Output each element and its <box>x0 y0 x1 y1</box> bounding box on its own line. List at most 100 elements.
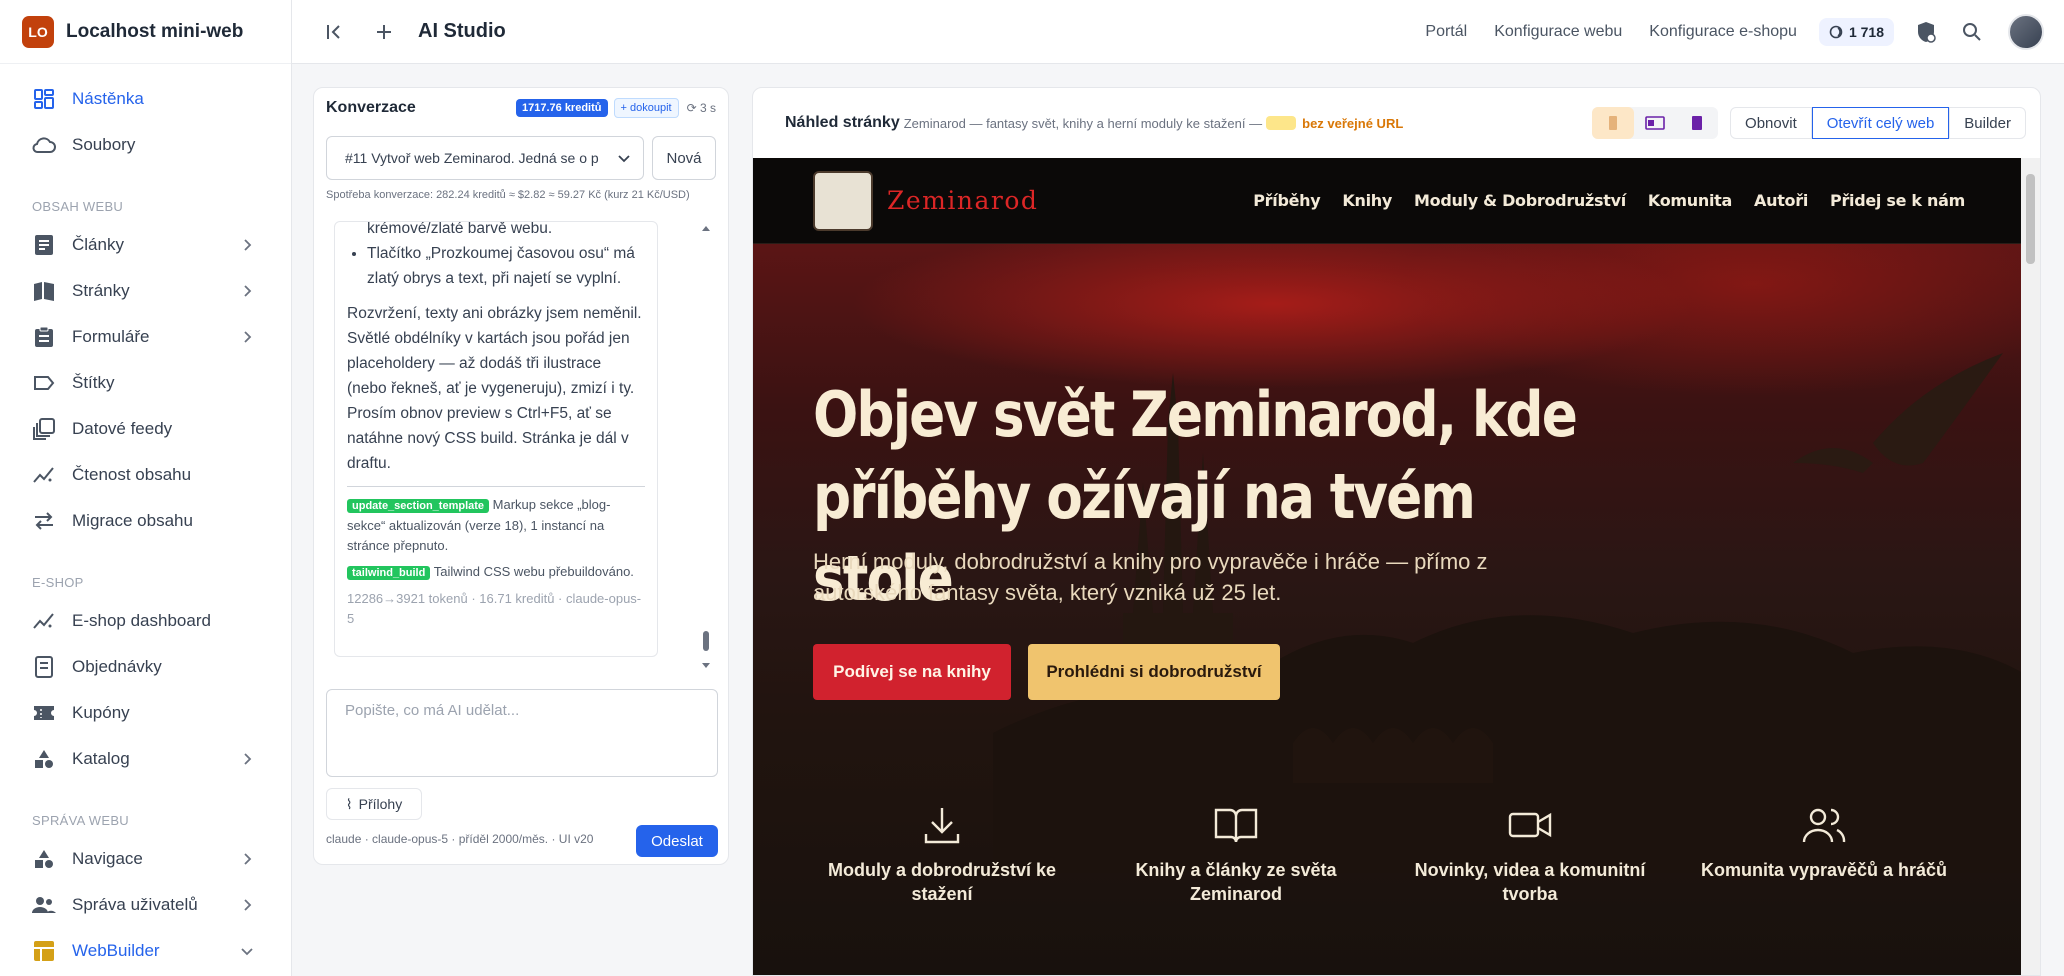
brand-logo: LO <box>22 15 54 48</box>
search-icon <box>1963 22 1981 41</box>
sidebar-item-orders[interactable]: Objednávky <box>0 644 291 690</box>
timer-value: 3 s <box>699 101 716 115</box>
form-icon <box>32 325 56 349</box>
conversation-select-row: #11 Vytvoř web Zeminarod. Jedná se o p N… <box>314 136 728 180</box>
topup-button[interactable]: + dokoupit <box>613 98 679 118</box>
conversation-usage: Spotřeba konverzace: 282.24 kreditů ≈ $2… <box>326 189 690 201</box>
sidebar-item-label: Formuláře <box>72 327 150 346</box>
site-preview[interactable]: Zeminarod Příběhy Knihy Moduly & Dobrodr… <box>753 158 2023 975</box>
site-name[interactable]: Zeminarod <box>887 186 1038 215</box>
web-config-link[interactable]: Konfigurace webu <box>1494 23 1622 41</box>
sidebar-item-label: Nástěnka <box>72 89 144 108</box>
books-button[interactable]: Podívej se na knihy <box>813 644 1011 700</box>
scrollbar-thumb[interactable] <box>2026 174 2035 264</box>
sidebar-item-webbuilder[interactable]: WebBuilder <box>0 928 291 974</box>
credit-badge: 1717.76 kreditů <box>516 99 608 117</box>
portal-link[interactable]: Portál <box>1425 23 1467 41</box>
message-scrollbar[interactable] <box>700 221 712 673</box>
device-switcher <box>1592 107 1719 139</box>
timer: ⟳ 3 s <box>687 101 716 115</box>
message-bullet: krémové/zlaté barvě webu. <box>367 221 553 237</box>
chevron-right-icon <box>244 853 252 865</box>
eshop-config-link[interactable]: Konfigurace e-shopu <box>1649 23 1797 41</box>
orders-icon <box>32 655 56 679</box>
desktop-icon <box>1692 116 1703 130</box>
feed-icon <box>32 417 56 441</box>
sidebar-item-coupons[interactable]: Kupóny <box>0 690 291 736</box>
conversation-select-value: #11 Vytvoř web Zeminarod. Jedná se o p <box>345 150 599 166</box>
site-menu-item[interactable]: Komunita <box>1648 191 1732 210</box>
sidebar-item-label: E-shop dashboard <box>72 611 211 630</box>
community-icon <box>1802 808 1846 843</box>
attach-button[interactable]: ⌇ Přílohy <box>326 788 422 820</box>
sidebar-item-pages[interactable]: Stránky <box>0 268 291 314</box>
feature-label: Komunita vypravěčů a hráčů <box>1700 860 1948 880</box>
open-full-web-button[interactable]: Otevřít celý web <box>1811 107 1950 139</box>
sidebar-item-feeds[interactable]: Datové feedy <box>0 406 291 452</box>
sidebar-item-label: Katalog <box>72 749 130 768</box>
site-navbar: Zeminarod Příběhy Knihy Moduly & Dobrodr… <box>753 158 2023 244</box>
conversation-select[interactable]: #11 Vytvoř web Zeminarod. Jedná se o p <box>326 136 644 180</box>
site-menu-item[interactable]: Knihy <box>1342 191 1392 210</box>
message-area[interactable]: krémové/zlaté barvě webu. Tlačítko „Proz… <box>326 221 718 673</box>
video-icon <box>1508 812 1552 838</box>
refresh-button[interactable]: Obnovit <box>1730 107 1812 139</box>
chevron-right-icon <box>244 331 252 343</box>
site-logo[interactable] <box>813 170 873 231</box>
sidebar-item-label: Stránky <box>72 281 130 300</box>
sidebar-item-readership[interactable]: Čtenost obsahu <box>0 452 291 498</box>
feature-community[interactable]: Komunita vypravěčů a hráčů <box>1689 804 1959 882</box>
sidebar-item-dashboard[interactable]: Nástěnka <box>0 76 291 122</box>
conversation-title: Konverzace <box>326 99 416 116</box>
token-usage: 12286→3921 tokenů · 16.71 kreditů · clau… <box>347 591 642 626</box>
download-icon <box>924 808 960 844</box>
feature-books[interactable]: Knihy a články ze světa Zeminarod <box>1101 804 1371 906</box>
new-conversation-button[interactable]: Nová <box>652 136 716 180</box>
site-menu-item[interactable]: Přidej se k nám <box>1830 191 1965 210</box>
prompt-input[interactable]: Popište, co má AI udělat... <box>326 689 718 777</box>
sidebar-item-label: Migrace obsahu <box>72 511 193 530</box>
site-menu-item[interactable]: Příběhy <box>1253 191 1320 210</box>
analytics-icon <box>32 463 56 487</box>
desktop-view-button[interactable] <box>1676 107 1718 139</box>
draft-badge: draft <box>1266 116 1297 130</box>
credit-value: 1 718 <box>1848 23 1884 40</box>
credit-balance[interactable]: 1 718 <box>1818 17 1894 46</box>
notifications-button[interactable] <box>1912 18 1940 46</box>
sidebar-item-navigation[interactable]: Navigace <box>0 836 291 882</box>
sidebar-item-catalog[interactable]: Katalog <box>0 736 291 782</box>
feature-label: Novinky, videa a komunitní tvorba <box>1414 860 1646 904</box>
brand[interactable]: LO Localhost mini-web <box>0 0 291 64</box>
builder-button[interactable]: Builder <box>1949 107 2026 139</box>
preview-scrollbar[interactable] <box>2021 158 2040 975</box>
preview-title: Náhled stránky <box>785 114 900 131</box>
chevron-down-icon <box>618 155 630 163</box>
section-admin-heading: SPRÁVA WEBU <box>32 813 129 828</box>
sidebar-item-files[interactable]: Soubory <box>0 122 291 168</box>
tool-tag: tailwind_build <box>347 566 431 580</box>
sidebar-item-migration[interactable]: Migrace obsahu <box>0 498 291 544</box>
adventures-button[interactable]: Prohlédni si dobrodružství <box>1028 644 1280 700</box>
topbar: AI Studio Portál Konfigurace webu Konfig… <box>292 0 2064 64</box>
mobile-view-button[interactable] <box>1592 107 1635 139</box>
avatar[interactable] <box>2008 13 2044 50</box>
site-menu-item[interactable]: Autoři <box>1754 191 1808 210</box>
sidebar-item-eshop-dashboard[interactable]: E-shop dashboard <box>0 598 291 644</box>
tablet-view-button[interactable] <box>1634 107 1676 139</box>
collapse-sidebar-button[interactable] <box>316 14 352 50</box>
sidebar-item-label: Články <box>72 235 124 254</box>
sidebar-item-articles[interactable]: Články <box>0 222 291 268</box>
sidebar-item-label: Navigace <box>72 849 143 868</box>
send-button[interactable]: Odeslat <box>636 825 718 857</box>
divider <box>347 486 645 487</box>
feature-news[interactable]: Novinky, videa a komunitní tvorba <box>1395 804 1665 906</box>
feature-downloads[interactable]: Moduly a dobrodružství ke stažení <box>807 804 1077 906</box>
sidebar-item-tags[interactable]: Štítky <box>0 360 291 406</box>
sidebar-item-forms[interactable]: Formuláře <box>0 314 291 360</box>
site-menu-item[interactable]: Moduly & Dobrodružství <box>1414 191 1626 210</box>
collapse-icon <box>327 24 340 39</box>
search-button[interactable] <box>1958 18 1986 46</box>
chevron-right-icon <box>244 239 252 251</box>
sidebar-item-users[interactable]: Správa uživatelů <box>0 882 291 928</box>
add-button[interactable] <box>366 14 402 50</box>
